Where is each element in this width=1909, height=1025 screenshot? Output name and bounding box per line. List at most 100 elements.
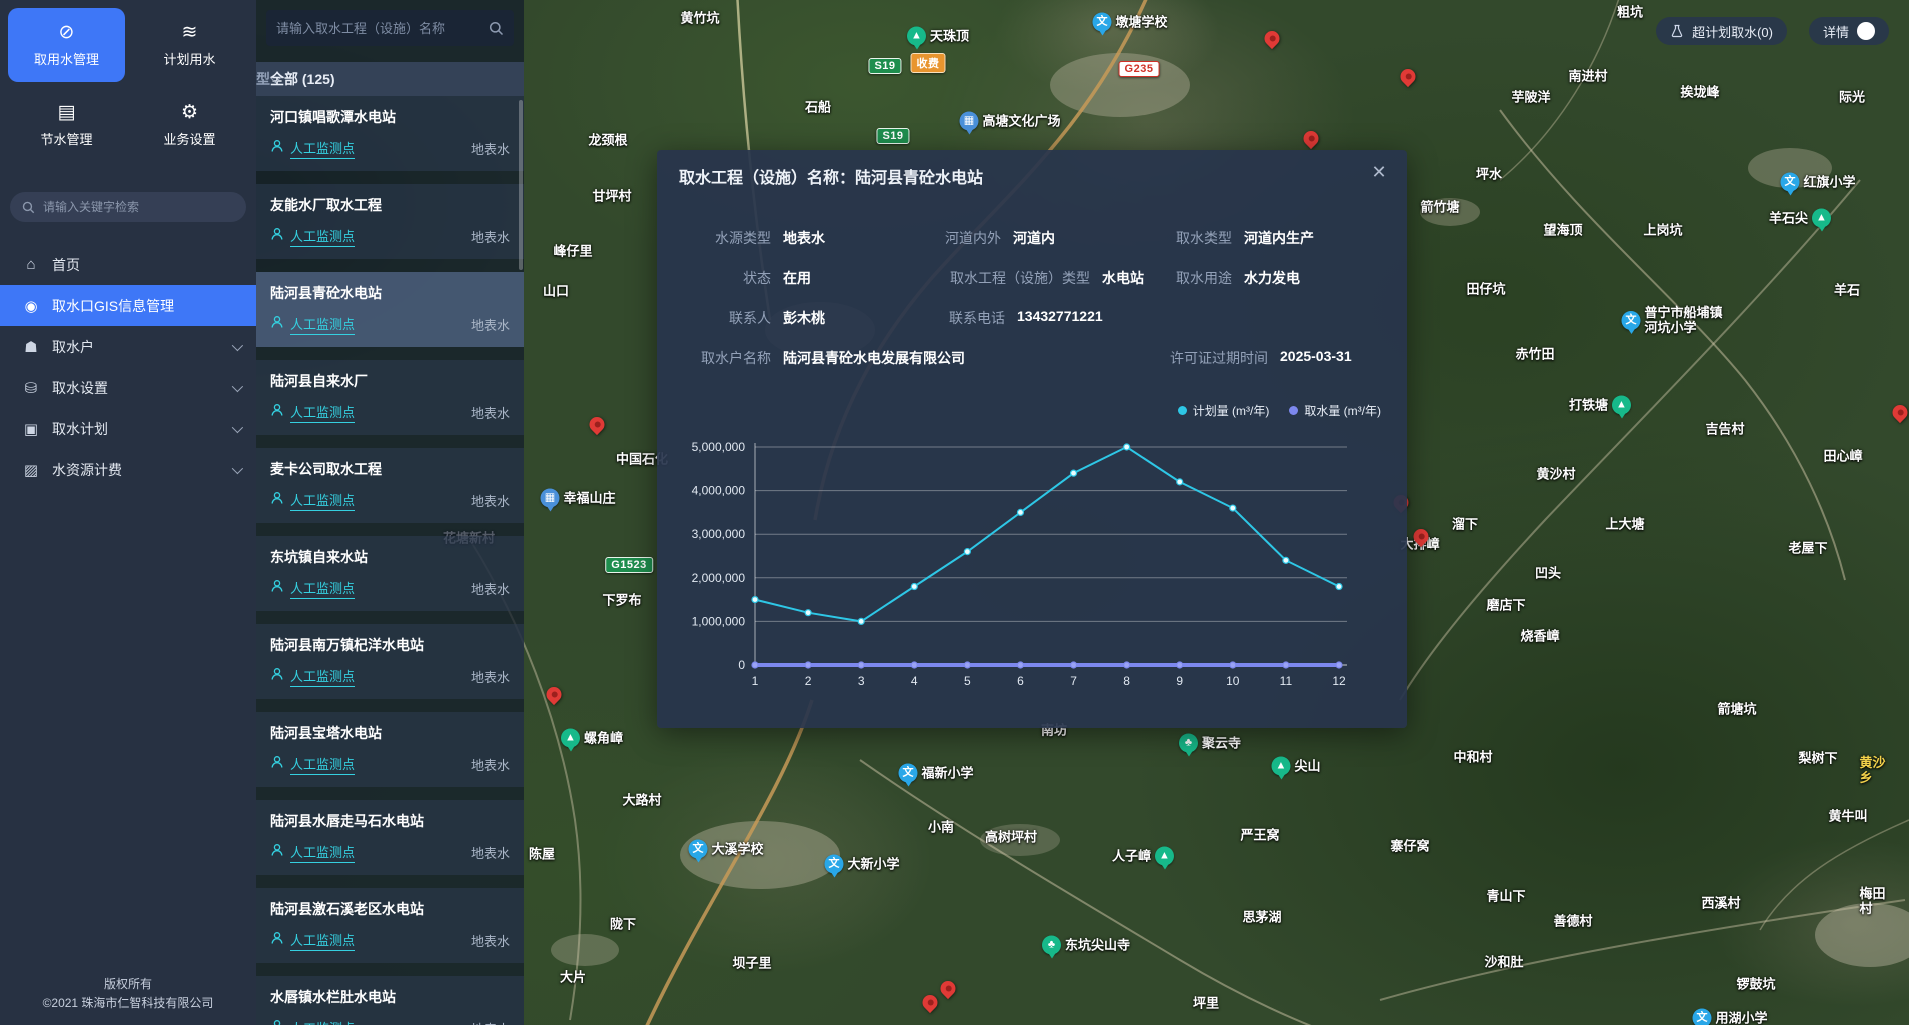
sidebar-item-取水口GIS信息管理[interactable]: ◉取水口GIS信息管理 <box>0 285 256 326</box>
list-item[interactable]: 陆河县南万镇杞洋水电站人工监测点地表水 <box>256 624 524 699</box>
app-window: 黄竹坑▲天珠顶文墩塘学校粗坑南进村挨垅峰芋陂洋际光坪水箭竹塘望海顶上岗坑文红旗小… <box>0 0 1909 1025</box>
monitor-type-link[interactable]: 人工监测点 <box>290 314 355 335</box>
list-item[interactable]: 陆河县水唇走马石水电站人工监测点地表水 <box>256 800 524 875</box>
intake-map-pin[interactable] <box>1892 404 1909 426</box>
plan-water-icon: ≋ <box>182 23 198 43</box>
facility-list: 河口镇唱歌潭水电站人工监测点地表水友能水厂取水工程人工监测点地表水陆河县青砼水电… <box>256 96 524 1025</box>
list-item[interactable]: 河口镇唱歌潭水电站人工监测点地表水 <box>256 96 524 171</box>
monitor-type-link[interactable]: 人工监测点 <box>290 666 355 687</box>
module-tile-取用水管理[interactable]: ⊘ 取用水管理 <box>8 8 125 82</box>
monitor-type-link[interactable]: 人工监测点 <box>290 1018 355 1025</box>
user-icon: ☗ <box>22 338 40 356</box>
facility-meta-row: 人工监测点 地表水 <box>270 402 510 423</box>
monitor-type-link[interactable]: 人工监测点 <box>290 226 355 247</box>
intake-map-pin[interactable] <box>1400 68 1417 90</box>
person-icon <box>270 491 284 510</box>
svg-text:0: 0 <box>738 658 745 672</box>
route-shield: G235 <box>1119 61 1160 77</box>
facility-name: 东坑镇自来水站 <box>270 547 510 567</box>
monitor-type-link[interactable]: 人工监测点 <box>290 402 355 423</box>
route-shield: S19 <box>876 128 909 144</box>
intake-map-pin[interactable] <box>940 980 957 1002</box>
facility-meta-row: 人工监测点地表水 <box>270 666 510 687</box>
search-icon <box>22 201 35 214</box>
facility-meta-row: 人工监测点地表水 <box>270 842 510 863</box>
list-scrollbar[interactable] <box>519 100 523 270</box>
svg-text:3: 3 <box>858 674 865 688</box>
facility-name: 水唇镇水栏肚水电站 <box>270 987 510 1007</box>
toggle-knob-icon[interactable] <box>1857 22 1875 40</box>
list-item[interactable]: 友能水厂取水工程人工监测点地表水 <box>256 184 524 259</box>
person-icon <box>270 755 284 774</box>
over-plan-intake-button[interactable]: 超计划取水(0) <box>1656 17 1787 45</box>
intake-map-pin[interactable] <box>589 416 606 438</box>
water-use-icon: ⊘ <box>59 23 75 43</box>
intake-map-pin[interactable] <box>1264 30 1281 52</box>
list-item[interactable]: 麦卡公司取水工程人工监测点地表水 <box>256 448 524 523</box>
sidebar-item-首页[interactable]: ⌂首页 <box>0 244 256 285</box>
module-tile-label: 取用水管理 <box>34 49 99 68</box>
module-tile-节水管理[interactable]: ▤ 节水管理 <box>8 88 125 162</box>
pin-icon <box>1410 526 1431 547</box>
sidebar-item-取水计划[interactable]: ▣取水计划 <box>0 408 256 449</box>
intake-map-pin[interactable] <box>922 994 939 1016</box>
module-tile-计划用水[interactable]: ≋ 计划用水 <box>131 8 248 82</box>
chevron-down-icon[interactable] <box>232 380 243 391</box>
water-source-type: 地表水 <box>471 403 510 422</box>
filter-value-dropdown[interactable]: 全部 (125) <box>270 69 335 89</box>
facility-name: 陆河县宝塔水电站 <box>270 723 510 743</box>
copyright-footer: 版权所有 ©2021 珠海市仁智科技有限公司 <box>0 975 256 1025</box>
list-item[interactable]: 陆河县青砼水电站人工监测点地表水 <box>256 272 524 347</box>
list-item[interactable]: 陆河县激石溪老区水电站人工监测点 地表水 <box>256 888 524 963</box>
facility-meta-row: 人工监测点地表水 <box>270 754 510 775</box>
chevron-down-icon[interactable] <box>232 421 243 432</box>
detail-toggle[interactable]: 详情 <box>1809 17 1889 45</box>
list-item[interactable]: 水唇镇水栏肚水电站人工监测点地表水 <box>256 976 524 1025</box>
sidebar-search-input[interactable] <box>43 200 234 214</box>
person-icon <box>270 579 284 598</box>
list-item[interactable]: 陆河县自来水厂人工监测点 地表水 <box>256 360 524 435</box>
module-tiles: ⊘ 取用水管理 ≋ 计划用水 ▤ 节水管理 ⚙业务设置 <box>0 0 256 170</box>
module-tile-业务设置[interactable]: ⚙业务设置 <box>131 88 248 162</box>
sidebar-search-box <box>10 192 246 222</box>
detail-toggle-label: 详情 <box>1823 22 1849 41</box>
sidebar-item-取水设置[interactable]: ⛁取水设置 <box>0 367 256 408</box>
person-icon <box>270 139 284 158</box>
module-tile-label: 业务设置 <box>163 129 215 148</box>
route-shield: 收费 <box>911 53 946 73</box>
monitor-type-link[interactable]: 人工监测点 <box>290 754 355 775</box>
monitor-type-link[interactable]: 人工监测点 <box>290 578 355 599</box>
pin-icon <box>1889 402 1909 423</box>
facility-name: 陆河县激石溪老区水电站 <box>270 899 510 919</box>
facility-meta-row: 人工监测点地表水 <box>270 226 510 247</box>
facility-name: 陆河县南万镇杞洋水电站 <box>270 635 510 655</box>
sidebar-item-水资源计费[interactable]: ▨水资源计费 <box>0 449 256 490</box>
intake-map-pin[interactable] <box>1413 528 1430 550</box>
water-source-type: 地表水 <box>471 931 510 950</box>
facility-search-box <box>266 10 514 46</box>
facility-search-input[interactable] <box>276 21 481 36</box>
facility-name: 陆河县自来水厂 <box>270 371 510 391</box>
chevron-down-icon[interactable] <box>232 339 243 350</box>
sidebar-item-取水户[interactable]: ☗取水户 <box>0 326 256 367</box>
module-tile-label: 节水管理 <box>40 129 92 148</box>
monitor-type-link[interactable]: 人工监测点 <box>290 930 355 951</box>
intake-map-pin[interactable] <box>546 686 563 708</box>
svg-text:6: 6 <box>1017 674 1024 688</box>
monitor-type-link[interactable]: 人工监测点 <box>290 490 355 511</box>
save-water-icon: ▤ <box>58 103 76 123</box>
list-item[interactable]: 陆河县宝塔水电站人工监测点地表水 <box>256 712 524 787</box>
intake-map-pin[interactable] <box>1303 130 1320 152</box>
route-shield: G1523 <box>605 557 653 573</box>
sidebar-item-label: 取水设置 <box>52 378 220 398</box>
svg-text:5,000,000: 5,000,000 <box>692 440 746 454</box>
water-source-type: 地表水 <box>471 315 510 334</box>
facility-name: 麦卡公司取水工程 <box>270 459 510 479</box>
list-item[interactable]: 东坑镇自来水站人工监测点地表水 <box>256 536 524 611</box>
chevron-down-icon[interactable] <box>232 462 243 473</box>
monitor-type-link[interactable]: 人工监测点 <box>290 138 355 159</box>
search-icon[interactable] <box>489 21 504 36</box>
module-tile-label: 计划用水 <box>163 49 215 68</box>
monitor-type-link[interactable]: 人工监测点 <box>290 842 355 863</box>
sidebar-item-label: 取水口GIS信息管理 <box>52 296 240 316</box>
